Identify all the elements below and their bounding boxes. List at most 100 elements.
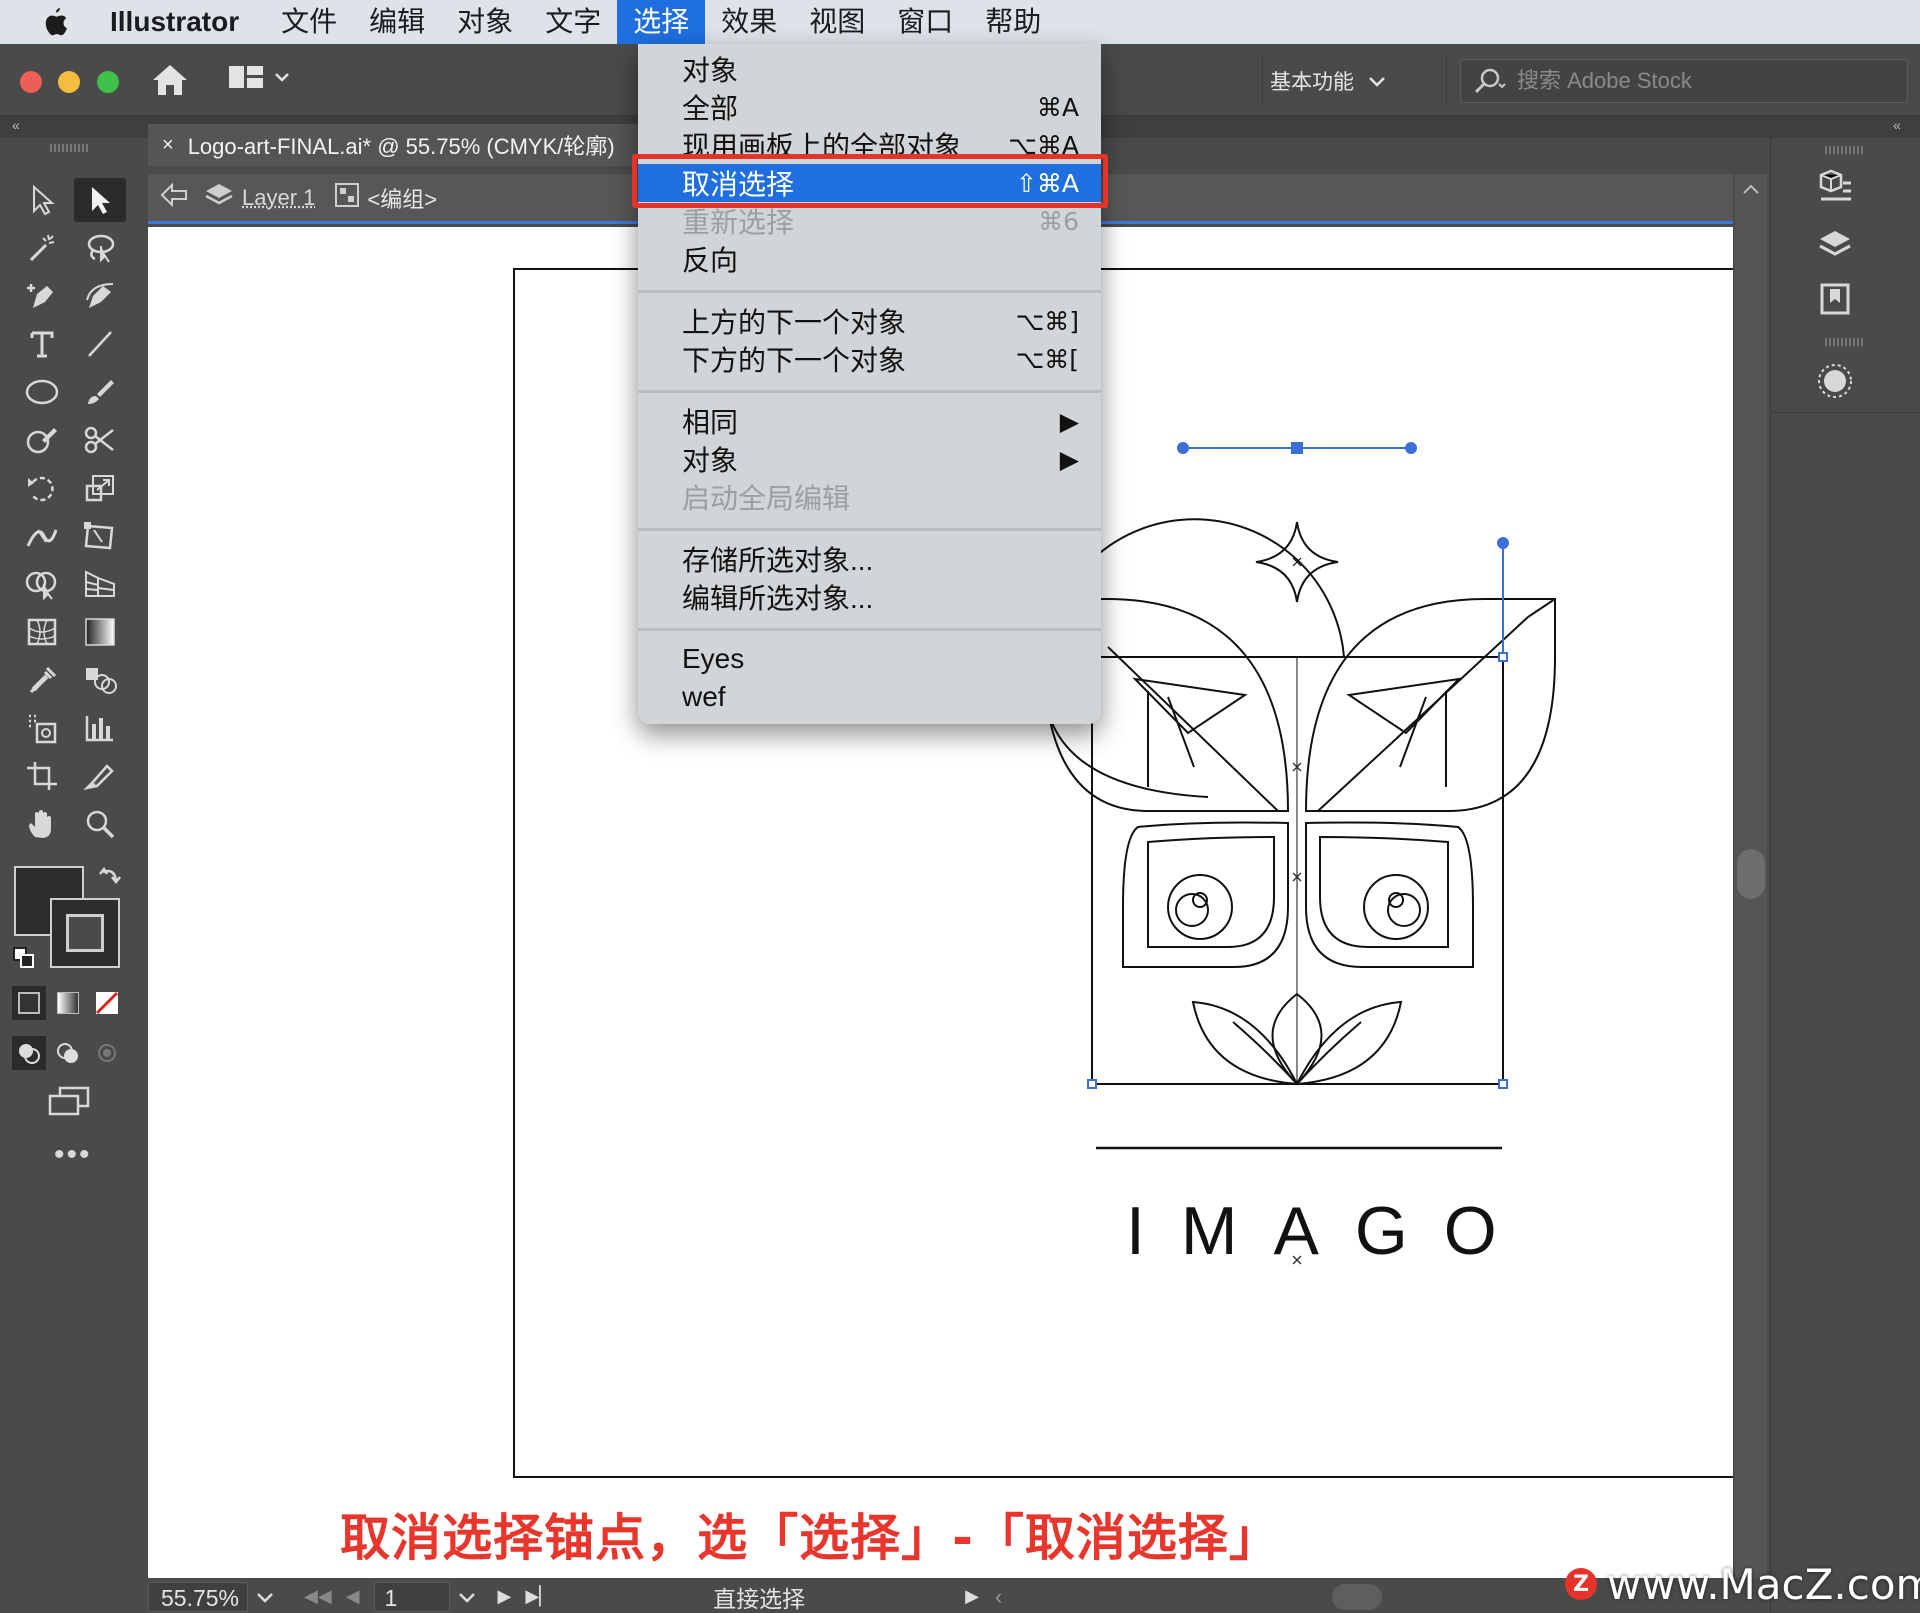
menu-edit[interactable]: 编辑 <box>353 0 441 44</box>
scroll-up-icon[interactable] <box>1741 182 1761 196</box>
menu-item-save-selection[interactable]: 存储所选对象... <box>638 540 1101 578</box>
menu-app-name[interactable]: Illustrator <box>110 0 265 44</box>
adobe-stock-search[interactable] <box>1460 59 1908 103</box>
curvature-tool-icon[interactable] <box>74 274 126 318</box>
type-tool-icon[interactable] <box>16 322 68 366</box>
column-graph-tool-icon[interactable] <box>74 706 126 750</box>
group-breadcrumb[interactable]: <编组> <box>367 182 437 214</box>
properties-panel-icon[interactable] <box>1805 164 1865 214</box>
draw-behind-icon[interactable] <box>51 1036 85 1070</box>
shape-builder-tool-icon[interactable] <box>16 562 68 606</box>
menu-view[interactable]: 视图 <box>793 0 881 44</box>
search-icon <box>1474 68 1506 94</box>
perspective-grid-tool-icon[interactable] <box>74 562 126 606</box>
tools-panel: ••• <box>0 138 140 1613</box>
symbol-sprayer-tool-icon[interactable] <box>16 706 68 750</box>
ellipse-tool-icon[interactable] <box>16 370 68 414</box>
menu-item-select-all[interactable]: 全部 ⌘A <box>638 88 1101 126</box>
draw-inside-icon[interactable] <box>90 1036 124 1070</box>
lasso-tool-icon[interactable] <box>74 226 126 270</box>
last-artboard-icon[interactable]: ▶▏ <box>525 1586 553 1607</box>
panel-grip-icon[interactable] <box>1825 146 1865 154</box>
close-window-button[interactable] <box>20 71 42 93</box>
zoom-level-field[interactable]: 55.75% <box>148 1581 248 1612</box>
gradient-tool-icon[interactable] <box>74 610 126 654</box>
direct-selection-tool-icon[interactable] <box>74 178 126 222</box>
default-fill-stroke-icon[interactable] <box>12 946 36 975</box>
menu-object[interactable]: 对象 <box>441 0 529 44</box>
menu-item-edit-selection[interactable]: 编辑所选对象... <box>638 578 1101 616</box>
width-tool-icon[interactable] <box>16 514 68 558</box>
horizontal-scroll-left-icon[interactable]: ‹ <box>995 1584 1002 1610</box>
document-tab[interactable]: × Logo-art-FINAL.ai* @ 55.75% (CMYK/轮廓) <box>148 124 638 166</box>
layers-panel-icon[interactable] <box>1805 220 1865 270</box>
menu-item-saved-selection-wef[interactable]: wef <box>638 678 1101 716</box>
selection-tool-icon[interactable] <box>16 178 68 222</box>
vertical-scrollbar[interactable] <box>1735 174 1767 1578</box>
menu-window[interactable]: 窗口 <box>881 0 969 44</box>
menu-file[interactable]: 文件 <box>265 0 353 44</box>
blend-tool-icon[interactable] <box>74 658 126 702</box>
scale-tool-icon[interactable] <box>74 466 126 510</box>
horizontal-scrollbar-thumb[interactable] <box>1332 1583 1383 1610</box>
first-artboard-icon[interactable]: ◀◀ <box>304 1586 332 1607</box>
artboard-tool-icon[interactable] <box>16 754 68 798</box>
arrange-documents-button[interactable] <box>228 64 290 90</box>
site-watermark: Z www.MacZ.com <box>1565 1560 1920 1609</box>
scrollbar-thumb[interactable] <box>1737 849 1765 899</box>
status-menu-arrow-icon[interactable]: ▶ <box>965 1586 979 1607</box>
gradient-mode-button[interactable] <box>51 986 85 1020</box>
libraries-panel-icon[interactable] <box>1805 274 1865 324</box>
swap-fill-stroke-icon[interactable] <box>98 864 122 893</box>
eyedropper-tool-icon[interactable] <box>16 658 68 702</box>
zoom-dropdown-chevron-icon[interactable] <box>256 1591 274 1603</box>
slice-tool-icon[interactable] <box>74 754 126 798</box>
menu-item-saved-selection-eyes[interactable]: Eyes <box>638 640 1101 678</box>
menu-effect[interactable]: 效果 <box>705 0 793 44</box>
pen-tool-icon[interactable] <box>16 274 68 318</box>
menu-item-next-object-below[interactable]: 下方的下一个对象 ⌥⌘[ <box>638 340 1101 378</box>
hand-tool-icon[interactable] <box>16 802 68 846</box>
panel-grip-icon[interactable] <box>1825 338 1865 346</box>
collapse-right-icon[interactable]: « <box>1893 117 1901 133</box>
back-arrow-icon[interactable] <box>158 181 190 215</box>
line-segment-tool-icon[interactable] <box>74 322 126 366</box>
panel-grip-icon[interactable] <box>50 144 90 152</box>
previous-artboard-icon[interactable]: ◀ <box>346 1586 360 1607</box>
menu-item-inverse[interactable]: 反向 <box>638 240 1101 278</box>
stroke-color-swatch[interactable] <box>50 898 120 968</box>
home-icon[interactable] <box>150 62 190 103</box>
color-mode-button[interactable] <box>12 986 46 1020</box>
draw-normal-icon[interactable] <box>12 1036 46 1070</box>
shaper-tool-icon[interactable] <box>16 418 68 462</box>
paintbrush-tool-icon[interactable] <box>74 370 126 414</box>
collapse-left-icon[interactable]: « <box>12 117 20 133</box>
screen-mode-icon[interactable] <box>46 1084 94 1125</box>
menu-item-object-submenu[interactable]: 对象 <box>638 50 1101 88</box>
next-artboard-icon[interactable]: ▶ <box>498 1586 512 1607</box>
scissors-tool-icon[interactable] <box>74 418 126 462</box>
artboard-number-field[interactable]: 1 <box>373 1581 450 1612</box>
menu-item-same-submenu[interactable]: 相同 ▶ <box>638 402 1101 440</box>
minimize-window-button[interactable] <box>58 71 80 93</box>
magic-wand-icon[interactable] <box>16 226 68 270</box>
layer-breadcrumb[interactable]: Layer 1 <box>242 185 315 211</box>
menu-help[interactable]: 帮助 <box>969 0 1057 44</box>
free-transform-tool-icon[interactable] <box>74 514 126 558</box>
menu-item-object-submenu-2[interactable]: 对象 ▶ <box>638 440 1101 478</box>
zoom-window-button[interactable] <box>97 71 119 93</box>
mesh-tool-icon[interactable] <box>16 610 68 654</box>
artboard-dropdown-chevron-icon[interactable] <box>458 1591 476 1603</box>
appearance-panel-icon[interactable] <box>1805 356 1865 406</box>
more-tools-icon[interactable]: ••• <box>54 1138 92 1172</box>
apple-logo-icon[interactable] <box>0 0 110 44</box>
menu-select[interactable]: 选择 <box>617 0 706 44</box>
close-tab-icon[interactable]: × <box>162 134 174 157</box>
menu-item-next-object-above[interactable]: 上方的下一个对象 ⌥⌘] <box>638 302 1101 340</box>
rotate-tool-icon[interactable] <box>16 466 68 510</box>
menu-type[interactable]: 文字 <box>529 0 617 44</box>
workspace-switcher[interactable]: 基本功能 <box>1270 66 1386 96</box>
search-input[interactable] <box>1517 68 1897 94</box>
zoom-tool-icon[interactable] <box>74 802 126 846</box>
none-mode-button[interactable] <box>90 986 124 1020</box>
